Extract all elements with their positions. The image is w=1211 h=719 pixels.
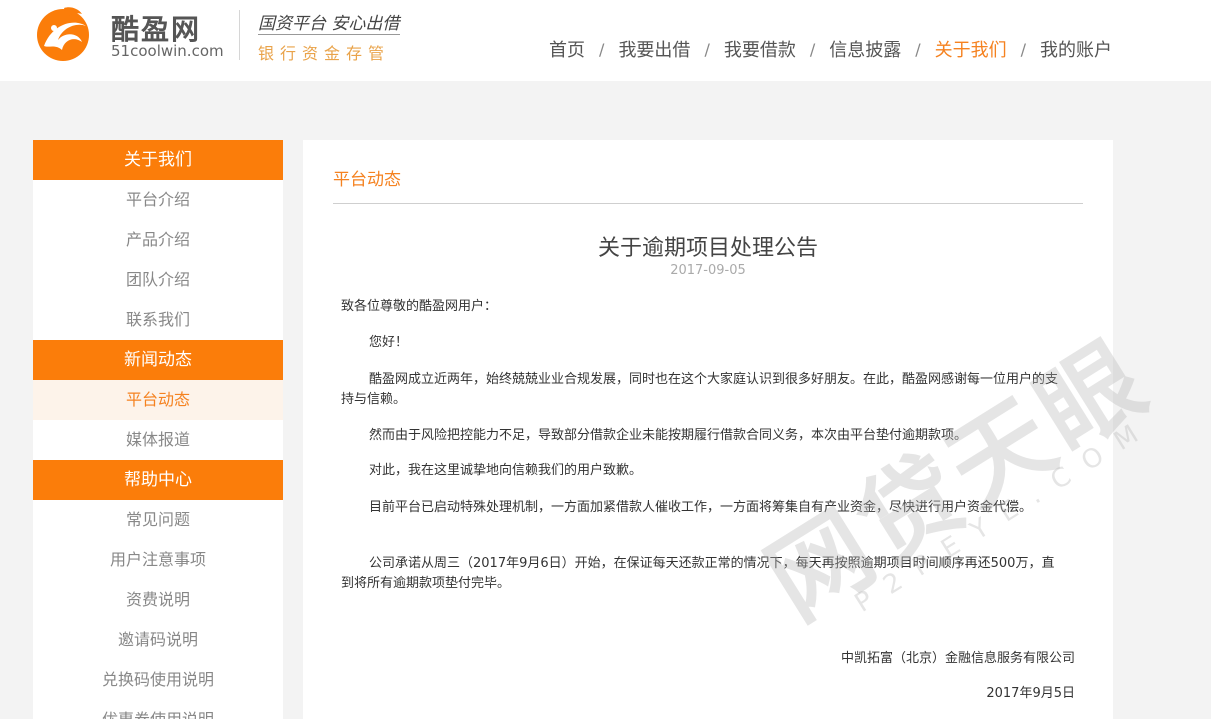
article-paragraph: 酷盈网成立近两年，始终兢兢业业合规发展，同时也在这个大家庭认识到很多好朋友。在此… [341,372,1059,407]
nav-home[interactable]: 首页 [549,36,585,62]
sidebar-item-fees[interactable]: 资费说明 [33,580,283,620]
signature-company: 中凯拓富（北京）金融信息服务有限公司 [840,651,1075,666]
nav-separator: / [599,39,605,59]
sidebar: 关于我们 平台介绍 产品介绍 团队介绍 联系我们 新闻动态 平台动态 媒体报道 … [33,140,283,719]
section-divider [333,203,1083,204]
sidebar-item-platform-news[interactable]: 平台动态 [33,380,283,420]
sidebar-item-product-intro[interactable]: 产品介绍 [33,220,283,260]
article-date: 2017-09-05 [670,263,746,278]
logo-divider [239,10,240,60]
slogan-divider [258,34,400,35]
article-greeting: 致各位尊敬的酷盈网用户： [341,299,498,314]
slogan-top: 国资平台 安心出借 [258,14,400,34]
article-paragraph: 公司承诺从周三（2017年9月6日）开始，在保证每天还款正常的情况下，每天再按照… [341,556,1055,591]
article-paragraph: 然而由于风险把控能力不足，导致部分借款企业未能按期履行借款合同义务，本次由平台垫… [369,428,968,443]
coolwin-logo-icon[interactable] [34,4,96,62]
article-panel: 平台动态 关于逾期项目处理公告 2017-09-05 致各位尊敬的酷盈网用户： … [303,140,1113,719]
sidebar-item-contact-us[interactable]: 联系我们 [33,300,283,340]
nav-separator: / [809,39,816,59]
sidebar-group-news: 新闻动态 [33,340,283,380]
sidebar-item-media-reports[interactable]: 媒体报道 [33,420,283,460]
sidebar-item-user-notice[interactable]: 用户注意事项 [33,540,283,580]
signature-date: 2017年9月5日 [986,686,1075,701]
sidebar-item-faq[interactable]: 常见问题 [33,500,283,540]
nav-borrow[interactable]: 我要借款 [724,36,796,62]
brand-domain: 51coolwin.com [111,42,224,60]
nav-disclosure[interactable]: 信息披露 [829,36,901,62]
nav-about-us[interactable]: 关于我们 [935,36,1007,62]
nav-my-account[interactable]: 我的账户 [1040,36,1112,62]
sidebar-group-help-center: 帮助中心 [33,460,283,500]
article-paragraph: 对此，我在这里诚挚地向信赖我们的用户致歉。 [369,463,643,478]
sidebar-item-redeem-code[interactable]: 兑换码使用说明 [33,660,283,700]
nav-invest[interactable]: 我要出借 [618,36,690,62]
sidebar-item-platform-intro[interactable]: 平台介绍 [33,180,283,220]
site-header: 酷盈网 51coolwin.com 国资平台 安心出借 银行资金存管 首页 / … [0,0,1211,81]
section-title: 平台动态 [333,170,401,190]
sidebar-item-invite-code[interactable]: 邀请码说明 [33,620,283,660]
nav-separator: / [704,39,710,59]
slogan-bottom: 银行资金存管 [258,44,391,63]
article-title: 关于逾期项目处理公告 [597,236,818,261]
main-nav: 首页 / 我要出借 / 我要借款 / 信息披露 / 关于我们 / 我的账户 [549,36,1112,62]
nav-separator: / [915,39,921,59]
article-hello: 您好！ [369,335,409,350]
sidebar-item-coupon[interactable]: 优惠券使用说明 [33,700,283,719]
nav-separator: / [1020,39,1026,59]
sidebar-group-about-us: 关于我们 [33,140,283,180]
article-paragraph: 目前平台已启动特殊处理机制，一方面加紧借款人催收工作，一方面将筹集自有产业资金，… [369,500,1033,515]
sidebar-item-team-intro[interactable]: 团队介绍 [33,260,283,300]
